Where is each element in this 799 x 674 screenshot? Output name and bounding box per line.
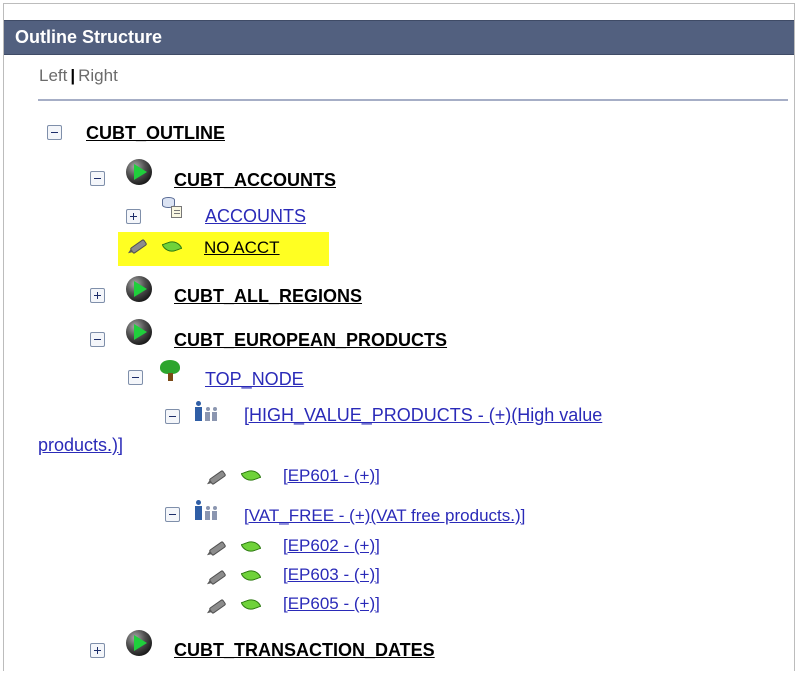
node-ep601[interactable]: [EP601 - (+)] bbox=[283, 466, 380, 486]
collapse-toggle-root[interactable] bbox=[47, 125, 62, 140]
nav-separator: | bbox=[70, 66, 76, 85]
node-cubt-outline[interactable]: CUBT_OUTLINE bbox=[86, 123, 225, 144]
panel-title: Outline Structure bbox=[15, 27, 163, 47]
node-cubt-european-products[interactable]: CUBT_EUROPEAN_PRODUCTS bbox=[174, 330, 447, 351]
node-ep603[interactable]: [EP603 - (+)] bbox=[283, 565, 380, 585]
panel-header: Outline Structure bbox=[4, 20, 794, 55]
left-link[interactable]: Left bbox=[39, 66, 67, 85]
dimension-icon bbox=[126, 319, 152, 345]
expand-toggle-all-regions[interactable] bbox=[90, 288, 105, 303]
collapse-toggle-top-node[interactable] bbox=[128, 370, 143, 385]
dimension-icon bbox=[126, 159, 152, 185]
collapse-toggle-european-products[interactable] bbox=[90, 332, 105, 347]
collapse-toggle-accounts[interactable] bbox=[90, 171, 105, 186]
expand-toggle-accounts-child[interactable] bbox=[126, 209, 141, 224]
node-high-value-products[interactable]: [HIGH_VALUE_PRODUCTS - (+)(High value bbox=[244, 405, 602, 426]
expand-toggle-transaction-dates[interactable] bbox=[90, 643, 105, 658]
node-high-value-products-cont[interactable]: products.)] bbox=[38, 435, 123, 456]
node-cubt-accounts[interactable]: CUBT_ACCOUNTS bbox=[174, 170, 336, 191]
right-link[interactable]: Right bbox=[78, 66, 118, 85]
node-no-acct[interactable]: NO ACCT bbox=[204, 238, 280, 258]
dimension-icon bbox=[126, 630, 152, 656]
group-icon bbox=[195, 401, 224, 423]
node-cubt-all-regions[interactable]: CUBT_ALL_REGIONS bbox=[174, 286, 362, 307]
node-ep602[interactable]: [EP602 - (+)] bbox=[283, 536, 380, 556]
divider bbox=[38, 99, 788, 101]
node-ep605[interactable]: [EP605 - (+)] bbox=[283, 594, 380, 614]
dimension-icon bbox=[126, 276, 152, 302]
collapse-toggle-vat-free[interactable] bbox=[165, 507, 180, 522]
group-icon bbox=[195, 500, 224, 522]
node-cubt-transaction-dates[interactable]: CUBT_TRANSACTION_DATES bbox=[174, 640, 435, 661]
left-right-nav: Left | Right bbox=[39, 66, 118, 86]
node-vat-free[interactable]: [VAT_FREE - (+)(VAT free products.)] bbox=[244, 506, 525, 526]
database-icon bbox=[162, 197, 186, 221]
collapse-toggle-high-value[interactable] bbox=[165, 409, 180, 424]
node-accounts[interactable]: ACCOUNTS bbox=[205, 206, 306, 227]
node-top-node[interactable]: TOP_NODE bbox=[205, 369, 304, 390]
